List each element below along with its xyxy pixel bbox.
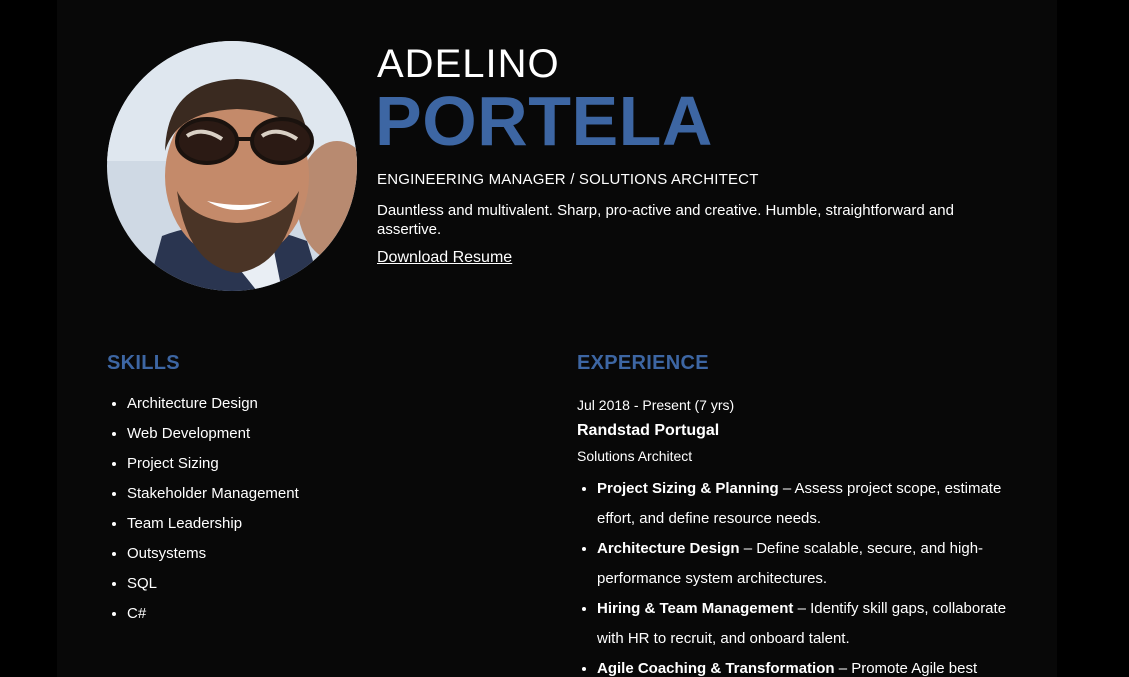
highlight-item: Project Sizing & Planning – Assess proje… [597, 474, 1017, 534]
highlight-title: Hiring & Team Management [597, 600, 794, 617]
experience-title: EXPERIENCE [577, 352, 709, 374]
experience-section: EXPERIENCE Jul 2018 - Present (7 yrs) Ra… [577, 352, 1017, 677]
skill-item: Architecture Design [127, 389, 527, 419]
skill-item: Web Development [127, 419, 527, 449]
tagline: Dauntless and multivalent. Sharp, pro-ac… [377, 202, 954, 238]
highlight-item: Hiring & Team Management – Identify skil… [597, 594, 1017, 654]
profile-header: ADELINO PORTELA ENGINEERING MANAGER / SO… [375, 40, 1017, 267]
highlight-title: Project Sizing & Planning [597, 480, 779, 497]
skill-item: Stakeholder Management [127, 479, 527, 509]
experience-company: Randstad Portugal [577, 422, 720, 439]
highlight-text: – Promote Agile best [834, 660, 978, 677]
job-role: ENGINEERING MANAGER / SOLUTIONS ARCHITEC… [377, 171, 759, 188]
highlight-title: Architecture Design [597, 540, 740, 557]
experience-position: Solutions Architect [577, 448, 693, 464]
skill-item: Outsystems [127, 539, 527, 569]
resume-page: ADELINO PORTELA ENGINEERING MANAGER / SO… [57, 0, 1057, 677]
skill-item: C# [127, 599, 527, 629]
skills-section: SKILLS Architecture Design Web Developme… [107, 352, 527, 629]
profile-photo-icon [107, 41, 357, 291]
last-name: PORTELA [375, 82, 713, 160]
download-resume-link[interactable]: Download Resume [377, 249, 512, 267]
skill-item: SQL [127, 569, 527, 599]
experience-highlights: Project Sizing & Planning – Assess proje… [577, 474, 1017, 677]
skills-list: Architecture Design Web Development Proj… [107, 389, 527, 629]
skill-item: Team Leadership [127, 509, 527, 539]
highlight-item: Architecture Design – Define scalable, s… [597, 534, 1017, 594]
skills-title: SKILLS [107, 352, 180, 374]
skill-item: Project Sizing [127, 449, 527, 479]
profile-photo [107, 41, 357, 291]
first-name: ADELINO [377, 42, 560, 86]
experience-dates: Jul 2018 - Present (7 yrs) [577, 397, 735, 413]
highlight-title: Agile Coaching & Transformation [597, 660, 835, 677]
highlight-item: Agile Coaching & Transformation – Promot… [597, 654, 1017, 677]
